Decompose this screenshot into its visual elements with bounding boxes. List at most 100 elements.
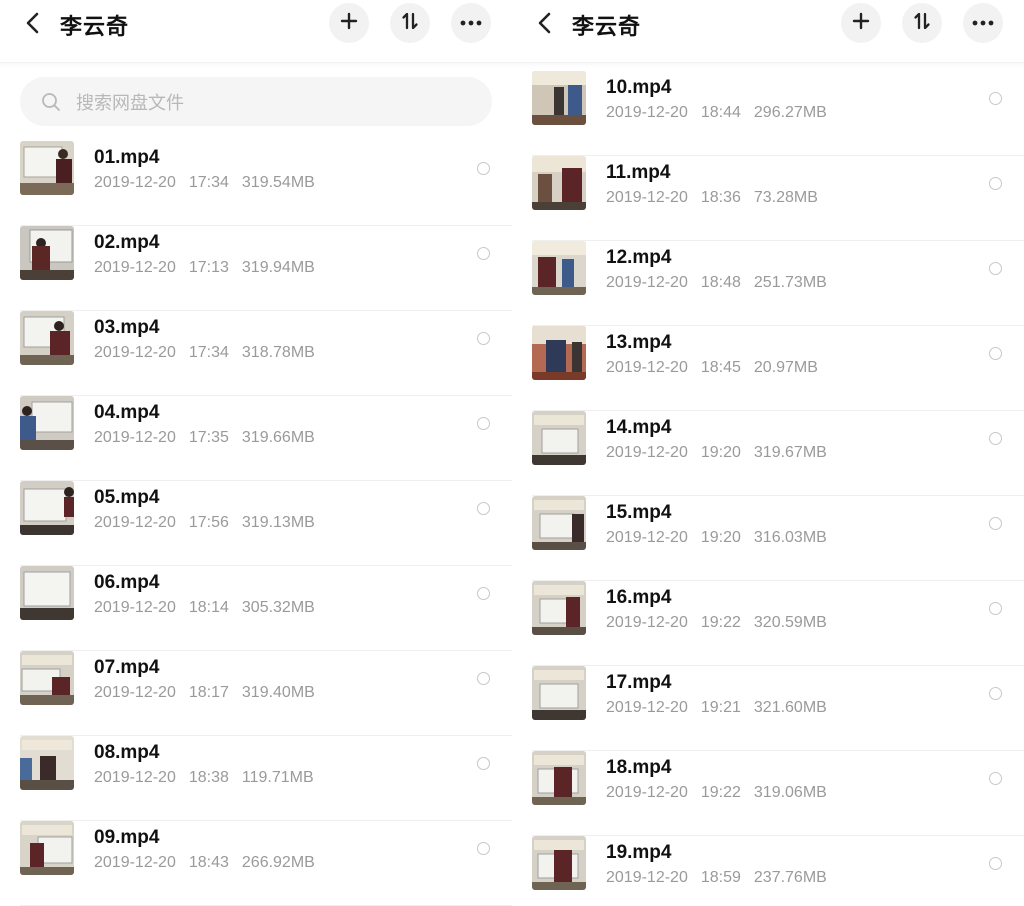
file-size: 319.06MB	[753, 784, 827, 801]
file-date: 2019-12-20	[606, 104, 688, 121]
file-name: 15.mp4	[606, 502, 672, 523]
sort-button[interactable]	[902, 3, 942, 43]
video-thumbnail	[532, 496, 586, 550]
file-name: 10.mp4	[606, 77, 672, 98]
folder-title: 李云奇	[572, 14, 642, 39]
file-date: 2019-12-20	[94, 599, 176, 616]
file-row[interactable]: 08.mp4 2019-12-20 18:38 119.71MB	[0, 736, 512, 821]
file-meta: 2019-12-20 18:44 296.27MB	[606, 104, 840, 122]
search-bar[interactable]	[20, 77, 492, 126]
file-time: 18:59	[700, 869, 741, 886]
file-row[interactable]: 16.mp4 2019-12-20 19:22 320.59MB	[512, 581, 1024, 666]
select-checkbox[interactable]	[477, 842, 490, 855]
select-checkbox[interactable]	[477, 672, 490, 685]
select-checkbox[interactable]	[989, 517, 1002, 530]
file-date: 2019-12-20	[606, 359, 688, 376]
file-name: 19.mp4	[606, 842, 672, 863]
file-size: 237.76MB	[753, 869, 827, 886]
select-checkbox[interactable]	[989, 262, 1002, 275]
select-checkbox[interactable]	[989, 602, 1002, 615]
file-name: 03.mp4	[94, 317, 160, 338]
file-meta: 2019-12-20 18:17 319.40MB	[94, 684, 328, 702]
top-bar: 李云奇	[512, 0, 1024, 63]
file-date: 2019-12-20	[94, 514, 176, 531]
video-thumbnail	[532, 836, 586, 890]
select-checkbox[interactable]	[477, 502, 490, 515]
select-checkbox[interactable]	[989, 857, 1002, 870]
file-name: 02.mp4	[94, 232, 160, 253]
file-name: 07.mp4	[94, 657, 160, 678]
file-meta: 2019-12-20 19:21 321.60MB	[606, 699, 840, 717]
file-name: 04.mp4	[94, 402, 160, 423]
more-button[interactable]	[451, 3, 491, 43]
file-date: 2019-12-20	[94, 429, 176, 446]
add-button[interactable]	[329, 3, 369, 43]
file-time: 18:14	[188, 599, 229, 616]
video-thumbnail	[20, 141, 74, 195]
sort-icon	[400, 11, 420, 36]
file-date: 2019-12-20	[94, 174, 176, 191]
select-checkbox[interactable]	[989, 347, 1002, 360]
file-name: 09.mp4	[94, 827, 160, 848]
sort-button[interactable]	[390, 3, 430, 43]
video-thumbnail	[20, 651, 74, 705]
file-row[interactable]: 11.mp4 2019-12-20 18:36 73.28MB	[512, 156, 1024, 241]
file-size: 266.92MB	[241, 854, 315, 871]
file-meta: 2019-12-20 18:48 251.73MB	[606, 274, 840, 292]
file-name: 14.mp4	[606, 417, 672, 438]
file-time: 18:17	[188, 684, 229, 701]
select-checkbox[interactable]	[989, 432, 1002, 445]
select-checkbox[interactable]	[477, 162, 490, 175]
add-button[interactable]	[841, 3, 881, 43]
video-thumbnail	[20, 481, 74, 535]
file-row[interactable]: 14.mp4 2019-12-20 19:20 319.67MB	[512, 411, 1024, 496]
select-checkbox[interactable]	[477, 332, 490, 345]
file-meta: 2019-12-20 17:35 319.66MB	[94, 429, 328, 447]
file-row[interactable]: 07.mp4 2019-12-20 18:17 319.40MB	[0, 651, 512, 736]
file-row[interactable]: 10.mp4 2019-12-20 18:44 296.27MB	[512, 71, 1024, 156]
chevron-left-icon	[526, 8, 562, 38]
file-size: 316.03MB	[753, 529, 827, 546]
chevron-left-icon	[14, 8, 50, 38]
file-list-panel-right: 李云奇 10.mp4 2019-12-20 18:44 296.27MB 11.mp	[512, 0, 1024, 906]
file-size: 319.13MB	[241, 514, 315, 531]
file-row[interactable]: 18.mp4 2019-12-20 19:22 319.06MB	[512, 751, 1024, 836]
back-button[interactable]	[526, 8, 562, 38]
more-button[interactable]	[963, 3, 1003, 43]
file-row[interactable]: 15.mp4 2019-12-20 19:20 316.03MB	[512, 496, 1024, 581]
select-checkbox[interactable]	[989, 92, 1002, 105]
file-meta: 2019-12-20 18:45 20.97MB	[606, 359, 831, 377]
file-row[interactable]: 12.mp4 2019-12-20 18:48 251.73MB	[512, 241, 1024, 326]
file-row[interactable]: 17.mp4 2019-12-20 19:21 321.60MB	[512, 666, 1024, 751]
video-thumbnail	[20, 396, 74, 450]
file-date: 2019-12-20	[606, 614, 688, 631]
file-row[interactable]: 04.mp4 2019-12-20 17:35 319.66MB	[0, 396, 512, 481]
select-checkbox[interactable]	[477, 757, 490, 770]
file-size: 321.60MB	[753, 699, 827, 716]
file-time: 17:34	[188, 174, 229, 191]
file-row[interactable]: 05.mp4 2019-12-20 17:56 319.13MB	[0, 481, 512, 566]
file-list-panel-left: 李云奇 01.mp4 2019-12-20 17:34 319.54MB	[0, 0, 512, 906]
back-button[interactable]	[14, 8, 50, 38]
file-row[interactable]: 02.mp4 2019-12-20 17:13 319.94MB	[0, 226, 512, 311]
file-row[interactable]: 13.mp4 2019-12-20 18:45 20.97MB	[512, 326, 1024, 411]
file-row[interactable]: 01.mp4 2019-12-20 17:34 319.54MB	[0, 141, 512, 226]
select-checkbox[interactable]	[989, 772, 1002, 785]
file-list: 01.mp4 2019-12-20 17:34 319.54MB 02.mp4 20…	[0, 141, 512, 906]
select-checkbox[interactable]	[989, 687, 1002, 700]
select-checkbox[interactable]	[477, 417, 490, 430]
file-meta: 2019-12-20 19:20 316.03MB	[606, 529, 840, 547]
file-row[interactable]: 19.mp4 2019-12-20 18:59 237.76MB	[512, 836, 1024, 906]
file-size: 20.97MB	[753, 359, 818, 376]
file-size: 119.71MB	[241, 769, 314, 786]
file-meta: 2019-12-20 17:34 319.54MB	[94, 174, 328, 192]
search-input[interactable]	[74, 89, 478, 117]
top-bar: 李云奇	[0, 0, 512, 63]
file-row[interactable]: 09.mp4 2019-12-20 18:43 266.92MB	[0, 821, 512, 906]
select-checkbox[interactable]	[989, 177, 1002, 190]
select-checkbox[interactable]	[477, 247, 490, 260]
select-checkbox[interactable]	[477, 587, 490, 600]
file-row[interactable]: 03.mp4 2019-12-20 17:34 318.78MB	[0, 311, 512, 396]
file-row[interactable]: 06.mp4 2019-12-20 18:14 305.32MB	[0, 566, 512, 651]
video-thumbnail	[20, 736, 74, 790]
